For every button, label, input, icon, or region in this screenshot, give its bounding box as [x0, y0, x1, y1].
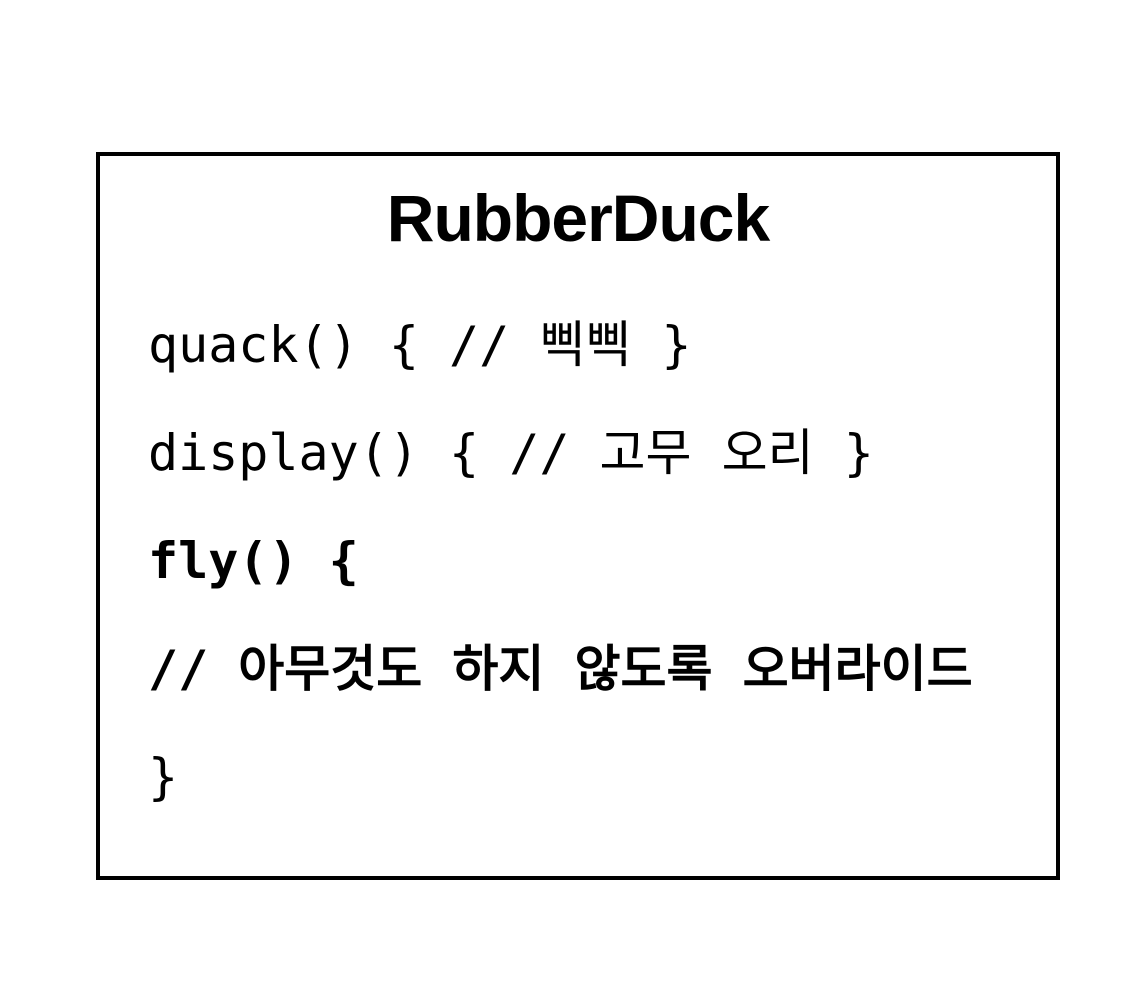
method-fly-close: } [148, 748, 179, 806]
method-fly-comment: // 아무것도 하지 않도록 오버라이드 [148, 640, 973, 698]
method-quack: quack() { // 삑삑 } [148, 316, 692, 374]
class-name: RubberDuck [386, 181, 770, 255]
method-display: display() { // 고무 오리 } [148, 424, 874, 482]
class-box: RubberDuck quack() { // 삑삑 } display() {… [96, 152, 1060, 880]
method-fly-open: fly() { [148, 532, 359, 590]
